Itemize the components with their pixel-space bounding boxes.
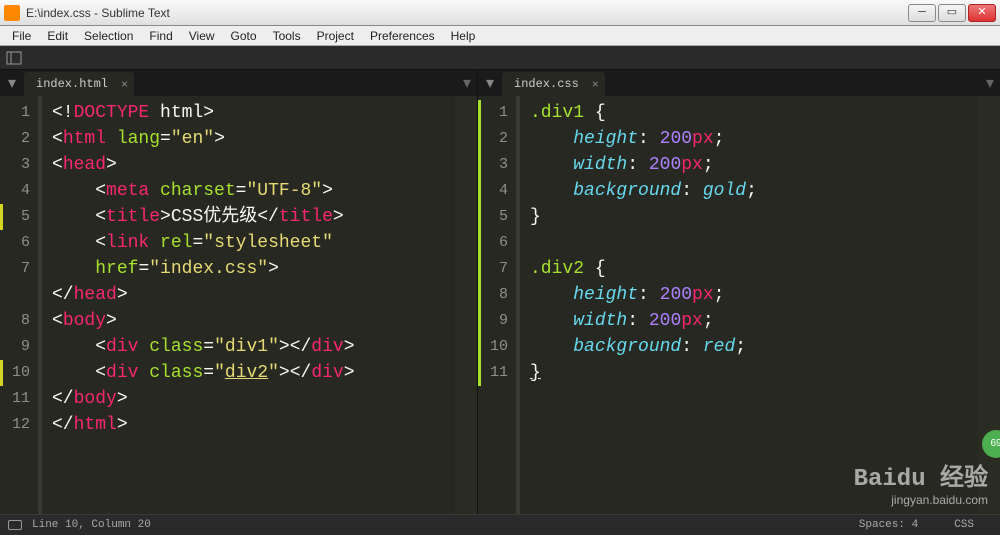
window-title: E:\index.css - Sublime Text — [26, 7, 908, 19]
menu-view[interactable]: View — [181, 27, 223, 45]
line-gutter: 123456789101112 — [0, 96, 38, 514]
menu-selection[interactable]: Selection — [76, 27, 141, 45]
status-indentation[interactable]: Spaces: 4 — [841, 520, 936, 531]
tab-label: index.css — [514, 78, 579, 90]
chevron-down-icon[interactable]: ▾ — [986, 73, 994, 93]
watermark: Baidu 经验jingyan.baidu.com — [854, 457, 988, 507]
tab-label: index.html — [36, 78, 108, 90]
sidebar-toggle-icon[interactable] — [6, 50, 22, 66]
tab-index-html[interactable]: index.html × — [24, 72, 134, 96]
menu-project[interactable]: Project — [309, 27, 362, 45]
menu-goto[interactable]: Goto — [223, 27, 265, 45]
tab-dropdown-icon[interactable]: ▾ — [478, 70, 502, 96]
menu-find[interactable]: Find — [141, 27, 180, 45]
line-gutter: 1234567891011 — [478, 96, 516, 514]
menu-edit[interactable]: Edit — [39, 27, 76, 45]
close-button[interactable]: ✕ — [968, 4, 996, 22]
tab-index-css[interactable]: index.css × — [502, 72, 605, 96]
code-editor-left[interactable]: 123456789101112 <!DOCTYPE html> <html la… — [0, 96, 477, 514]
modified-marker — [0, 204, 3, 230]
menu-bar: File Edit Selection Find View Goto Tools… — [0, 26, 1000, 46]
modified-marker — [478, 100, 481, 386]
panel-switch-icon[interactable] — [8, 520, 22, 530]
status-syntax[interactable]: CSS — [936, 520, 992, 531]
editor-pane-left: ▾ index.html × ▾ 123456789101112 <!DOCTYP… — [0, 70, 478, 514]
app-icon — [4, 5, 20, 21]
toolbar — [0, 46, 1000, 70]
status-bar: Line 10, Column 20 Spaces: 4 CSS — [0, 514, 1000, 535]
menu-file[interactable]: File — [4, 27, 39, 45]
menu-help[interactable]: Help — [443, 27, 484, 45]
window-titlebar: E:\index.css - Sublime Text ─ ▭ ✕ — [0, 0, 1000, 26]
minimap[interactable] — [455, 96, 477, 514]
tab-close-icon[interactable]: × — [121, 78, 128, 90]
modified-marker — [0, 360, 3, 386]
minimize-button[interactable]: ─ — [908, 4, 936, 22]
status-cursor-position[interactable]: Line 10, Column 20 — [32, 520, 151, 531]
code-content[interactable]: .div1 { height: 200px; width: 200px; bac… — [520, 96, 1000, 514]
code-editor-right[interactable]: 1234567891011 .div1 { height: 200px; wid… — [478, 96, 1000, 514]
chevron-down-icon[interactable]: ▾ — [463, 73, 471, 93]
maximize-button[interactable]: ▭ — [938, 4, 966, 22]
editor-pane-right: ▾ index.css × ▾ 1234567891011 .div1 { hei… — [478, 70, 1000, 514]
tab-close-icon[interactable]: × — [592, 78, 599, 90]
tab-dropdown-icon[interactable]: ▾ — [0, 70, 24, 96]
code-content[interactable]: <!DOCTYPE html> <html lang="en"> <head> … — [42, 96, 477, 514]
menu-preferences[interactable]: Preferences — [362, 27, 443, 45]
menu-tools[interactable]: Tools — [265, 27, 309, 45]
